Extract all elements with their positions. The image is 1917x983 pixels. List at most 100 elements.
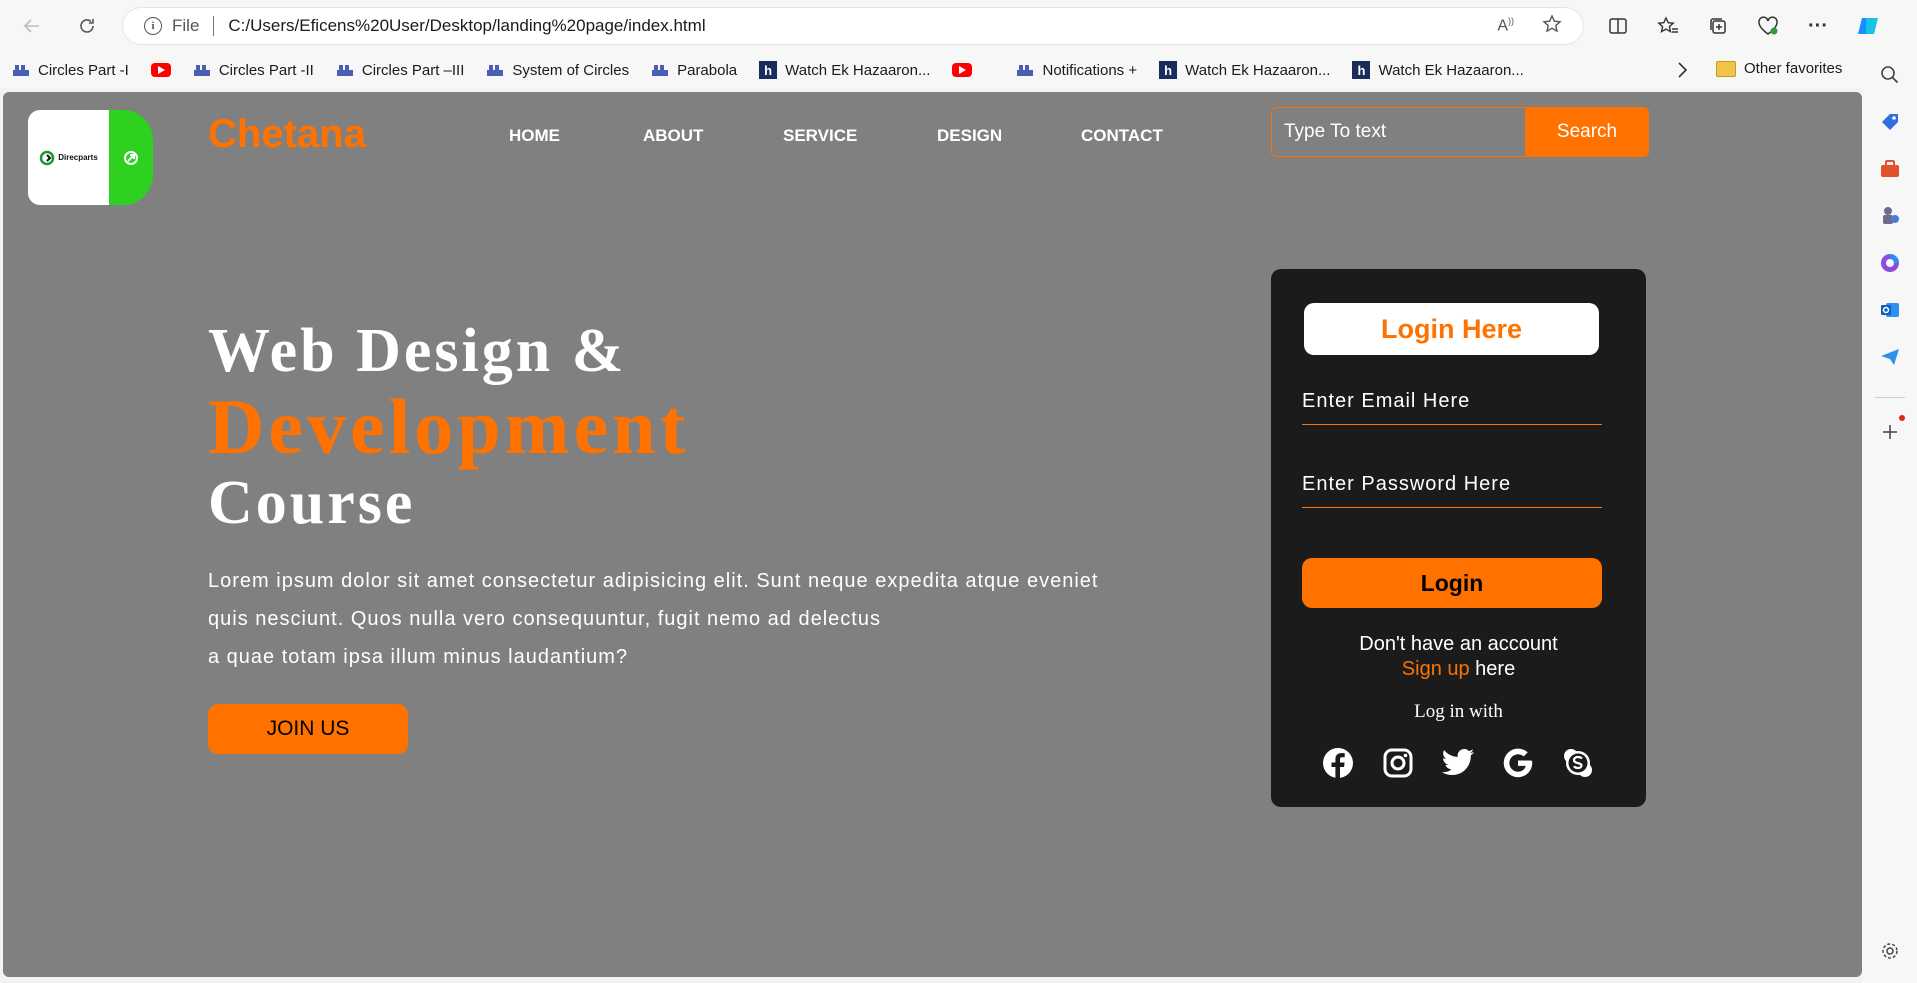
toolbox-icon[interactable]	[1877, 156, 1903, 182]
favorite-item[interactable]	[150, 63, 171, 77]
nav-home[interactable]: HOME	[509, 126, 560, 146]
favorite-item[interactable]: Circles Part -I	[12, 62, 129, 79]
hero-description-line: a quae totam ipsa illum minus laudantium…	[208, 646, 629, 668]
divider	[1874, 397, 1905, 398]
brand-name[interactable]: Chetana	[208, 112, 366, 157]
nav-design[interactable]: DESIGN	[937, 126, 1002, 146]
logo-arrow-icon	[124, 150, 138, 165]
hero-description-line: quis nesciunt. Quos nulla vero consequun…	[208, 608, 881, 630]
favorite-item[interactable]	[952, 63, 973, 77]
collections-icon[interactable]	[1698, 6, 1738, 46]
youtube-icon	[150, 63, 171, 77]
outlook-icon[interactable]	[1877, 297, 1903, 323]
favorite-label: System of Circles	[512, 61, 630, 79]
login-card: Login Here Login Don't have an account S…	[1271, 269, 1646, 807]
social-login-icons	[1321, 746, 1595, 780]
twitter-icon[interactable]	[1441, 746, 1475, 780]
favorite-label: Watch Ek Hazaaron...	[1378, 61, 1524, 79]
email-field[interactable]	[1302, 379, 1602, 425]
login-title: Login Here	[1304, 303, 1599, 355]
browser-toolbar: i File C:/Users/Eficens%20User/Desktop/l…	[0, 0, 1917, 52]
youtube-icon	[952, 63, 973, 77]
notification-dot	[1898, 415, 1905, 421]
favorite-label: Parabola	[677, 61, 738, 79]
favorite-label: Circles Part –III	[361, 61, 465, 79]
favorite-item[interactable]: h Watch Ek Hazaaron...	[759, 61, 930, 79]
no-account-text: Don't have an account	[1359, 633, 1558, 655]
stack-icon	[652, 65, 669, 76]
favorites-bar: Circles Part -I Circles Part -II Circles…	[0, 52, 1917, 88]
refresh-icon[interactable]	[67, 6, 107, 46]
other-favorites-label: Other favorites	[1744, 60, 1843, 77]
favorite-label: Watch Ek Hazaaron...	[785, 61, 931, 79]
settings-icon[interactable]	[1877, 938, 1903, 964]
favorite-item[interactable]: Circles Part -II	[193, 62, 314, 79]
password-field[interactable]	[1302, 462, 1602, 508]
read-aloud-icon[interactable]: A))	[1497, 16, 1514, 35]
url-text[interactable]: C:/Users/Eficens%20User/Desktop/landing%…	[228, 16, 705, 36]
divider	[213, 16, 215, 36]
search-input[interactable]	[1271, 107, 1525, 157]
star-icon[interactable]	[1542, 13, 1562, 39]
edge-sidebar	[1862, 52, 1917, 983]
search-icon[interactable]	[1877, 62, 1903, 88]
favorite-item[interactable]: h Watch Ek Hazaaron...	[1159, 61, 1330, 79]
nav-about[interactable]: ABOUT	[643, 126, 703, 146]
add-icon[interactable]	[1877, 415, 1905, 445]
favorite-label: Circles Part -I	[38, 61, 129, 79]
signup-link[interactable]: Sign up	[1402, 658, 1470, 680]
shopping-tag-icon[interactable]	[1877, 109, 1903, 135]
favorite-item[interactable]: h Watch Ek Hazaaron...	[1352, 61, 1524, 79]
favorite-label: Watch Ek Hazaaron...	[1185, 61, 1331, 79]
hero-line-2: Development	[208, 383, 690, 470]
more-menu-icon[interactable]: ···	[1798, 6, 1838, 46]
signup-prompt: Don't have an account Sign up here	[1271, 632, 1646, 682]
back-icon[interactable]	[12, 6, 52, 46]
signup-suffix: here	[1469, 658, 1516, 680]
split-screen-icon[interactable]	[1598, 6, 1638, 46]
folder-icon	[1716, 60, 1736, 77]
h-icon: h	[759, 61, 778, 79]
google-icon[interactable]	[1501, 746, 1535, 780]
stack-icon	[13, 65, 29, 76]
stack-icon	[1017, 65, 1034, 76]
favorite-label: Notifications +	[1042, 61, 1138, 79]
h-icon: h	[1352, 61, 1371, 79]
nav-contact[interactable]: CONTACT	[1081, 126, 1163, 146]
address-bar[interactable]: i File C:/Users/Eficens%20User/Desktop/l…	[122, 7, 1584, 45]
copilot-icon[interactable]	[1848, 6, 1888, 46]
hero-line-1: Web Design &	[208, 317, 627, 385]
stack-icon	[193, 65, 210, 76]
logo-mark-icon	[39, 150, 55, 165]
login-button[interactable]: Login	[1302, 558, 1602, 608]
other-favorites[interactable]: Other favorites	[1716, 60, 1842, 77]
stack-icon	[336, 65, 353, 76]
hero-description: Lorem ipsum dolor sit amet consectetur a…	[208, 562, 1158, 676]
favorite-item[interactable]: Parabola	[651, 62, 737, 79]
microsoft365-icon[interactable]	[1877, 250, 1903, 276]
facebook-icon[interactable]	[1321, 746, 1355, 780]
search-bar: Search	[1271, 107, 1649, 157]
hero-description-line: Lorem ipsum dolor sit amet consectetur a…	[208, 570, 1099, 592]
join-us-button[interactable]: JOIN US	[208, 704, 408, 754]
search-button[interactable]: Search	[1525, 107, 1649, 157]
info-icon[interactable]: i	[144, 17, 162, 35]
favorite-item[interactable]: Circles Part –III	[336, 61, 465, 79]
send-icon[interactable]	[1877, 344, 1903, 370]
browser-essentials-icon[interactable]	[1748, 6, 1788, 46]
site-logo[interactable]: Direcparts	[28, 110, 153, 205]
chevron-right-icon[interactable]	[1676, 61, 1688, 83]
favorite-item[interactable]: Notifications +	[1016, 62, 1137, 79]
games-icon[interactable]	[1877, 203, 1903, 229]
hero-heading: Web Design & Development Course	[208, 317, 690, 537]
login-with-label: Log in with	[1414, 701, 1503, 722]
skype-icon[interactable]	[1561, 746, 1595, 780]
favorites-icon[interactable]	[1648, 6, 1688, 46]
h-icon: h	[1159, 61, 1178, 79]
hero-line-3: Course	[208, 469, 416, 537]
favorite-item[interactable]: System of Circles	[486, 62, 629, 79]
nav-service[interactable]: SERVICE	[783, 126, 857, 146]
instagram-icon[interactable]	[1381, 746, 1415, 780]
favorite-label: Circles Part -II	[218, 61, 314, 79]
file-label: File	[172, 16, 200, 35]
